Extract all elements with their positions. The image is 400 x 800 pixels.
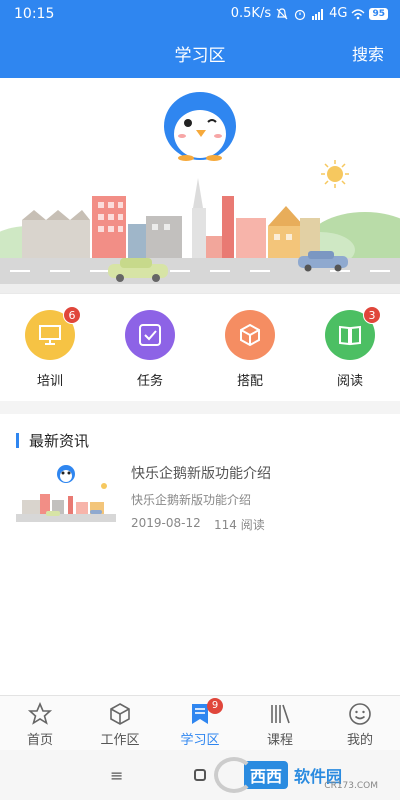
watermark-logo: 西西 软件园 CR173.COM bbox=[214, 755, 394, 795]
news-heading: 最新资讯 bbox=[16, 430, 89, 451]
nav-learning[interactable]: 9 学习区 bbox=[165, 698, 235, 748]
category-icon-circle bbox=[225, 310, 275, 360]
book-icon bbox=[339, 325, 361, 346]
news-read-count: 114 阅读 bbox=[214, 518, 265, 532]
nav-label: 我的 bbox=[346, 733, 373, 748]
alarm-icon bbox=[295, 9, 306, 20]
page-title: 学习区 bbox=[174, 46, 226, 66]
nav-label: 首页 bbox=[26, 733, 53, 748]
watermark-url: CR173.COM bbox=[324, 781, 378, 791]
nav-courses[interactable]: 课程 bbox=[245, 702, 315, 748]
network-speed: 0.5K/s bbox=[230, 6, 272, 21]
category-tasks[interactable]: 任务 bbox=[115, 310, 185, 389]
status-indicators: 0.5K/s 4G 95 bbox=[231, 6, 388, 21]
battery-level: 95 bbox=[369, 7, 388, 20]
category-badge: 3 bbox=[363, 306, 381, 324]
category-label: 阅读 bbox=[336, 374, 363, 389]
news-subtitle: 快乐企鹅新版功能介绍 bbox=[131, 493, 252, 507]
category-icon-circle: 6 bbox=[25, 306, 81, 360]
status-time: 10:15 bbox=[14, 6, 55, 22]
news-heading-text: 最新资讯 bbox=[29, 432, 90, 450]
category-training[interactable]: 6 培训 bbox=[15, 306, 85, 389]
books-icon bbox=[267, 702, 293, 726]
smiley-icon bbox=[347, 702, 373, 726]
news-section: 最新资讯 快乐企鹅新版功能介绍 快乐企鹅新版功能介绍 2019-08-12 11… bbox=[0, 414, 400, 695]
category-label: 搭配 bbox=[236, 374, 263, 389]
news-thumbnail-illustration bbox=[16, 465, 116, 522]
category-match[interactable]: 搭配 bbox=[215, 310, 285, 389]
search-button[interactable]: 搜索 bbox=[352, 41, 384, 65]
sun-icon bbox=[321, 160, 349, 188]
news-thumbnail bbox=[16, 460, 116, 530]
penguin-mascot bbox=[164, 92, 236, 161]
bottom-navigation: 首页 工作区 9 学习区 课程 我的 bbox=[0, 695, 400, 750]
nav-badge: 9 bbox=[207, 698, 223, 714]
category-icon-circle: 3 bbox=[325, 306, 381, 360]
star-icon bbox=[27, 701, 53, 726]
category-grid: 6 培训 任务 搭配 3 阅读 bbox=[0, 293, 400, 401]
checkbox-icon bbox=[139, 324, 161, 346]
home-square-icon[interactable] bbox=[194, 769, 206, 781]
network-type: 4G bbox=[329, 6, 348, 21]
nav-workspace[interactable]: 工作区 bbox=[85, 702, 155, 748]
status-bar: 10:15 0.5K/s 4G 95 bbox=[0, 0, 400, 28]
category-badge: 6 bbox=[63, 306, 81, 324]
nav-label: 学习区 bbox=[180, 733, 220, 748]
cube-outline-icon bbox=[107, 702, 133, 726]
category-icon-circle bbox=[125, 310, 175, 360]
wifi-icon bbox=[352, 8, 365, 19]
category-label: 培训 bbox=[36, 374, 63, 389]
heading-accent-bar bbox=[16, 433, 19, 448]
easel-icon bbox=[39, 325, 61, 345]
news-title: 快乐企鹅新版功能介绍 bbox=[131, 466, 271, 482]
category-reading[interactable]: 3 阅读 bbox=[315, 306, 385, 389]
cube-icon bbox=[240, 323, 260, 347]
nav-profile[interactable]: 我的 bbox=[325, 702, 395, 748]
banner-illustration bbox=[0, 78, 400, 293]
category-label: 任务 bbox=[136, 374, 163, 389]
watermark-c-icon bbox=[214, 757, 254, 793]
nav-label: 工作区 bbox=[100, 733, 140, 748]
app-header: 学习区 搜索 bbox=[0, 28, 400, 78]
nav-label: 课程 bbox=[266, 733, 293, 748]
signal-icon bbox=[312, 8, 324, 20]
nav-home[interactable]: 首页 bbox=[5, 701, 75, 748]
mute-bell-icon bbox=[276, 7, 288, 19]
menu-icon[interactable]: ≡ bbox=[110, 766, 123, 785]
bookmark-list-icon: 9 bbox=[187, 698, 223, 726]
news-date: 2019-08-12 bbox=[131, 516, 201, 530]
city-scene-illustration bbox=[0, 92, 400, 293]
